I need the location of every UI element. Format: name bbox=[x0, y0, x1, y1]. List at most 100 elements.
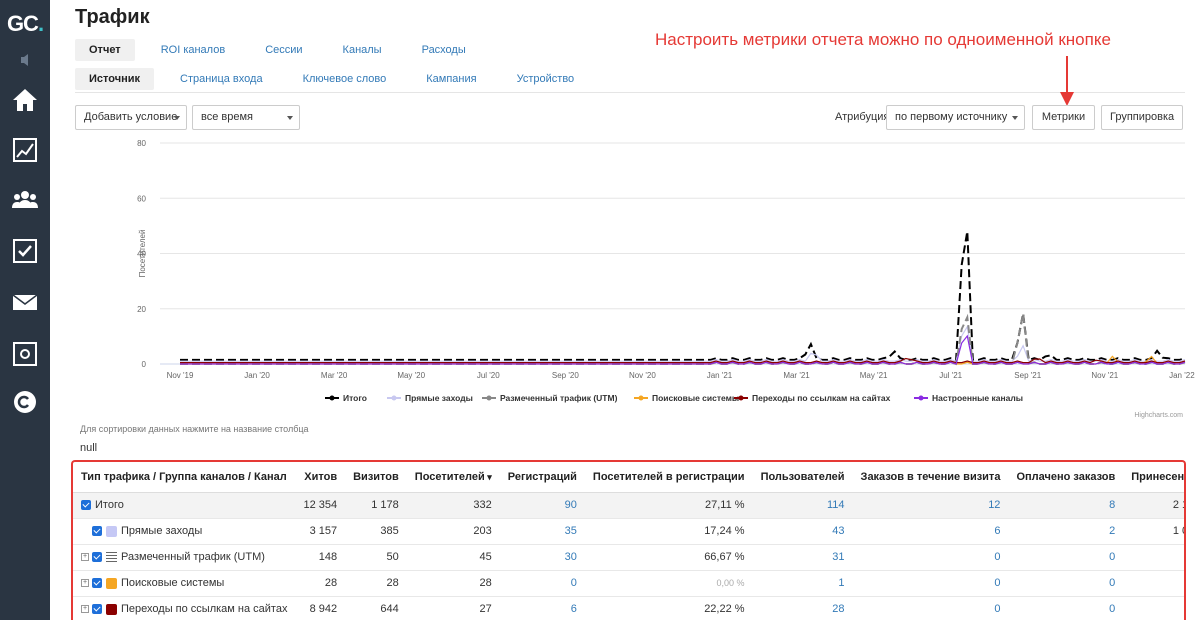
cell-value[interactable]: 0 bbox=[994, 551, 1000, 563]
cell-value[interactable]: 0 bbox=[1109, 551, 1115, 563]
mail-icon[interactable] bbox=[11, 288, 39, 316]
metrics-button[interactable]: Метрики bbox=[1032, 105, 1095, 130]
legend-item[interactable]: Прямые заходы bbox=[405, 393, 473, 403]
tab-source-3[interactable]: Кампания bbox=[412, 68, 490, 90]
tab-report-0[interactable]: Отчет bbox=[75, 39, 135, 61]
add-condition-label: Добавить условие bbox=[84, 111, 178, 123]
legend-marker bbox=[329, 395, 335, 401]
row-checkbox[interactable] bbox=[92, 526, 102, 537]
cell-value[interactable]: 43 bbox=[832, 525, 844, 537]
table-row[interactable]: + Поисковые системы 28 28 28 0 0,00 % 1 0 0 0 руб. bbox=[73, 570, 1184, 597]
cell-value[interactable]: 8 bbox=[1109, 499, 1115, 511]
cell-regs: 6 bbox=[499, 596, 585, 620]
cell-conv: 22,22 % bbox=[584, 596, 753, 620]
row-checkbox[interactable] bbox=[81, 500, 91, 511]
x-tick-label: Jan '21 bbox=[707, 371, 733, 380]
users-icon[interactable] bbox=[11, 186, 39, 214]
column-header-name[interactable]: Тип трафика / Группа каналов / Канал bbox=[73, 462, 296, 493]
cell-paid: 8 bbox=[1008, 492, 1124, 519]
column-header-orders[interactable]: Заказов в течение визита bbox=[852, 462, 1009, 493]
cell-value[interactable]: 0 bbox=[1109, 577, 1115, 589]
table-row[interactable]: Прямые заходы 3 157 385 203 35 17,24 % 43 6 2 1 0… bbox=[73, 518, 1184, 545]
expand-icon[interactable]: + bbox=[81, 579, 89, 588]
channel-icon bbox=[106, 577, 117, 589]
cell-value[interactable]: 31 bbox=[832, 551, 844, 563]
column-header-visitors[interactable]: Посетителей ▾ bbox=[406, 462, 500, 493]
traffic-table: Тип трафика / Группа каналов / Канал Хито… bbox=[73, 462, 1184, 620]
cell-orders: 0 bbox=[852, 570, 1009, 597]
table-row[interactable]: + Переходы по ссылкам на сайтах 8 942 644 27… bbox=[73, 596, 1184, 620]
cell-users: 43 bbox=[752, 518, 853, 545]
x-tick-label: Nov '19 bbox=[167, 371, 194, 380]
tab-source-0[interactable]: Источник bbox=[75, 68, 155, 90]
cell-visits: 644 bbox=[345, 596, 407, 620]
row-checkbox[interactable] bbox=[92, 578, 102, 589]
table-row[interactable]: + Размеченный трафик (UTM) 148 50 45 30 66,67 … bbox=[73, 544, 1184, 571]
cell-value[interactable]: 2 bbox=[1109, 525, 1115, 537]
legend-item[interactable]: Поисковые системы bbox=[652, 393, 739, 403]
cell-value[interactable]: 0 bbox=[1109, 603, 1115, 615]
column-header-paid[interactable]: Оплачено заказов bbox=[1008, 462, 1124, 493]
tab-report-2[interactable]: Сессии bbox=[251, 39, 316, 61]
cell-value[interactable]: 0 bbox=[571, 577, 577, 589]
source-tabs: Источник Страница входа Ключевое слово Камп… bbox=[75, 68, 600, 92]
legend-item[interactable]: Переходы по ссылкам на сайтах bbox=[752, 393, 891, 403]
chat-icon[interactable] bbox=[11, 389, 39, 417]
tab-source-4[interactable]: Устройство bbox=[503, 68, 589, 90]
home-icon[interactable] bbox=[11, 86, 39, 114]
cell-value: 385 bbox=[380, 525, 399, 537]
cell-value[interactable]: 30 bbox=[565, 551, 577, 563]
column-header-regs[interactable]: Регистраций bbox=[499, 462, 585, 493]
cell-value: 12 354 bbox=[303, 499, 338, 511]
speaker-icon[interactable] bbox=[11, 52, 39, 68]
add-condition-dropdown[interactable]: Добавить условие bbox=[75, 105, 187, 130]
logo-dot: . bbox=[37, 11, 44, 36]
tab-source-1[interactable]: Страница входа bbox=[166, 68, 277, 90]
row-checkbox[interactable] bbox=[92, 552, 102, 563]
cell-value[interactable]: 90 bbox=[565, 499, 577, 511]
cell-value[interactable]: 12 bbox=[988, 499, 1000, 511]
column-header-users[interactable]: Пользователей bbox=[752, 462, 853, 493]
grouping-button[interactable]: Группировка bbox=[1101, 105, 1183, 130]
cell-hits: 148 bbox=[295, 544, 346, 571]
cell-value: 50 bbox=[386, 551, 399, 563]
expand-icon[interactable]: + bbox=[81, 553, 89, 562]
cell-value[interactable]: 0 bbox=[994, 603, 1000, 615]
legend-item[interactable]: Итого bbox=[343, 393, 367, 403]
row-checkbox[interactable] bbox=[92, 604, 102, 615]
legend-item[interactable]: Настроенные каналы bbox=[932, 393, 1023, 403]
cell-value[interactable]: 35 bbox=[565, 525, 577, 537]
tab-report-3[interactable]: Каналы bbox=[329, 39, 396, 61]
column-header-hits[interactable]: Хитов bbox=[295, 462, 346, 493]
legend-marker bbox=[486, 395, 492, 401]
attribution-value: по первому источнику bbox=[895, 111, 1008, 123]
cell-value[interactable]: 6 bbox=[571, 603, 577, 615]
cell-value[interactable]: 1 bbox=[838, 577, 844, 589]
safe-icon[interactable] bbox=[11, 340, 39, 368]
column-header-money[interactable]: Принесено денег bbox=[1123, 462, 1184, 493]
cell-value[interactable]: 114 bbox=[827, 499, 845, 511]
cell-value[interactable]: 6 bbox=[994, 525, 1000, 537]
tasks-icon[interactable] bbox=[11, 237, 39, 265]
gc-logo[interactable]: GC. bbox=[0, 0, 50, 48]
expand-icon[interactable]: + bbox=[81, 605, 89, 614]
cell-value[interactable]: 0 bbox=[994, 577, 1000, 589]
cell-paid: 0 bbox=[1008, 596, 1124, 620]
attribution-select[interactable]: по первому источнику bbox=[886, 105, 1025, 130]
chart-credit: Highcharts.com bbox=[1134, 412, 1183, 419]
legend-item[interactable]: Размеченный трафик (UTM) bbox=[500, 393, 618, 403]
chart-icon[interactable] bbox=[11, 136, 39, 164]
cell-value: 28 bbox=[386, 577, 399, 589]
table-row[interactable]: Итого 12 354 1 178 332 90 27,11 % 114 12 8 2 149 … bbox=[73, 492, 1184, 519]
tab-report-4[interactable]: Расходы bbox=[408, 39, 480, 61]
cell-value[interactable]: 28 bbox=[832, 603, 844, 615]
legend-marker bbox=[738, 395, 744, 401]
cell-value: 8 942 bbox=[309, 603, 338, 615]
tab-report-1[interactable]: ROI каналов bbox=[147, 39, 239, 61]
tab-source-2[interactable]: Ключевое слово bbox=[289, 68, 401, 90]
period-select[interactable]: все время bbox=[192, 105, 300, 130]
cell-value: 17,24 % bbox=[704, 525, 745, 537]
column-header-conv[interactable]: Посетителей в регистрации bbox=[584, 462, 753, 493]
column-header-visits[interactable]: Визитов bbox=[345, 462, 407, 493]
report-tabs: Отчет ROI каналов Сессии Каналы Расходы bbox=[75, 39, 492, 63]
